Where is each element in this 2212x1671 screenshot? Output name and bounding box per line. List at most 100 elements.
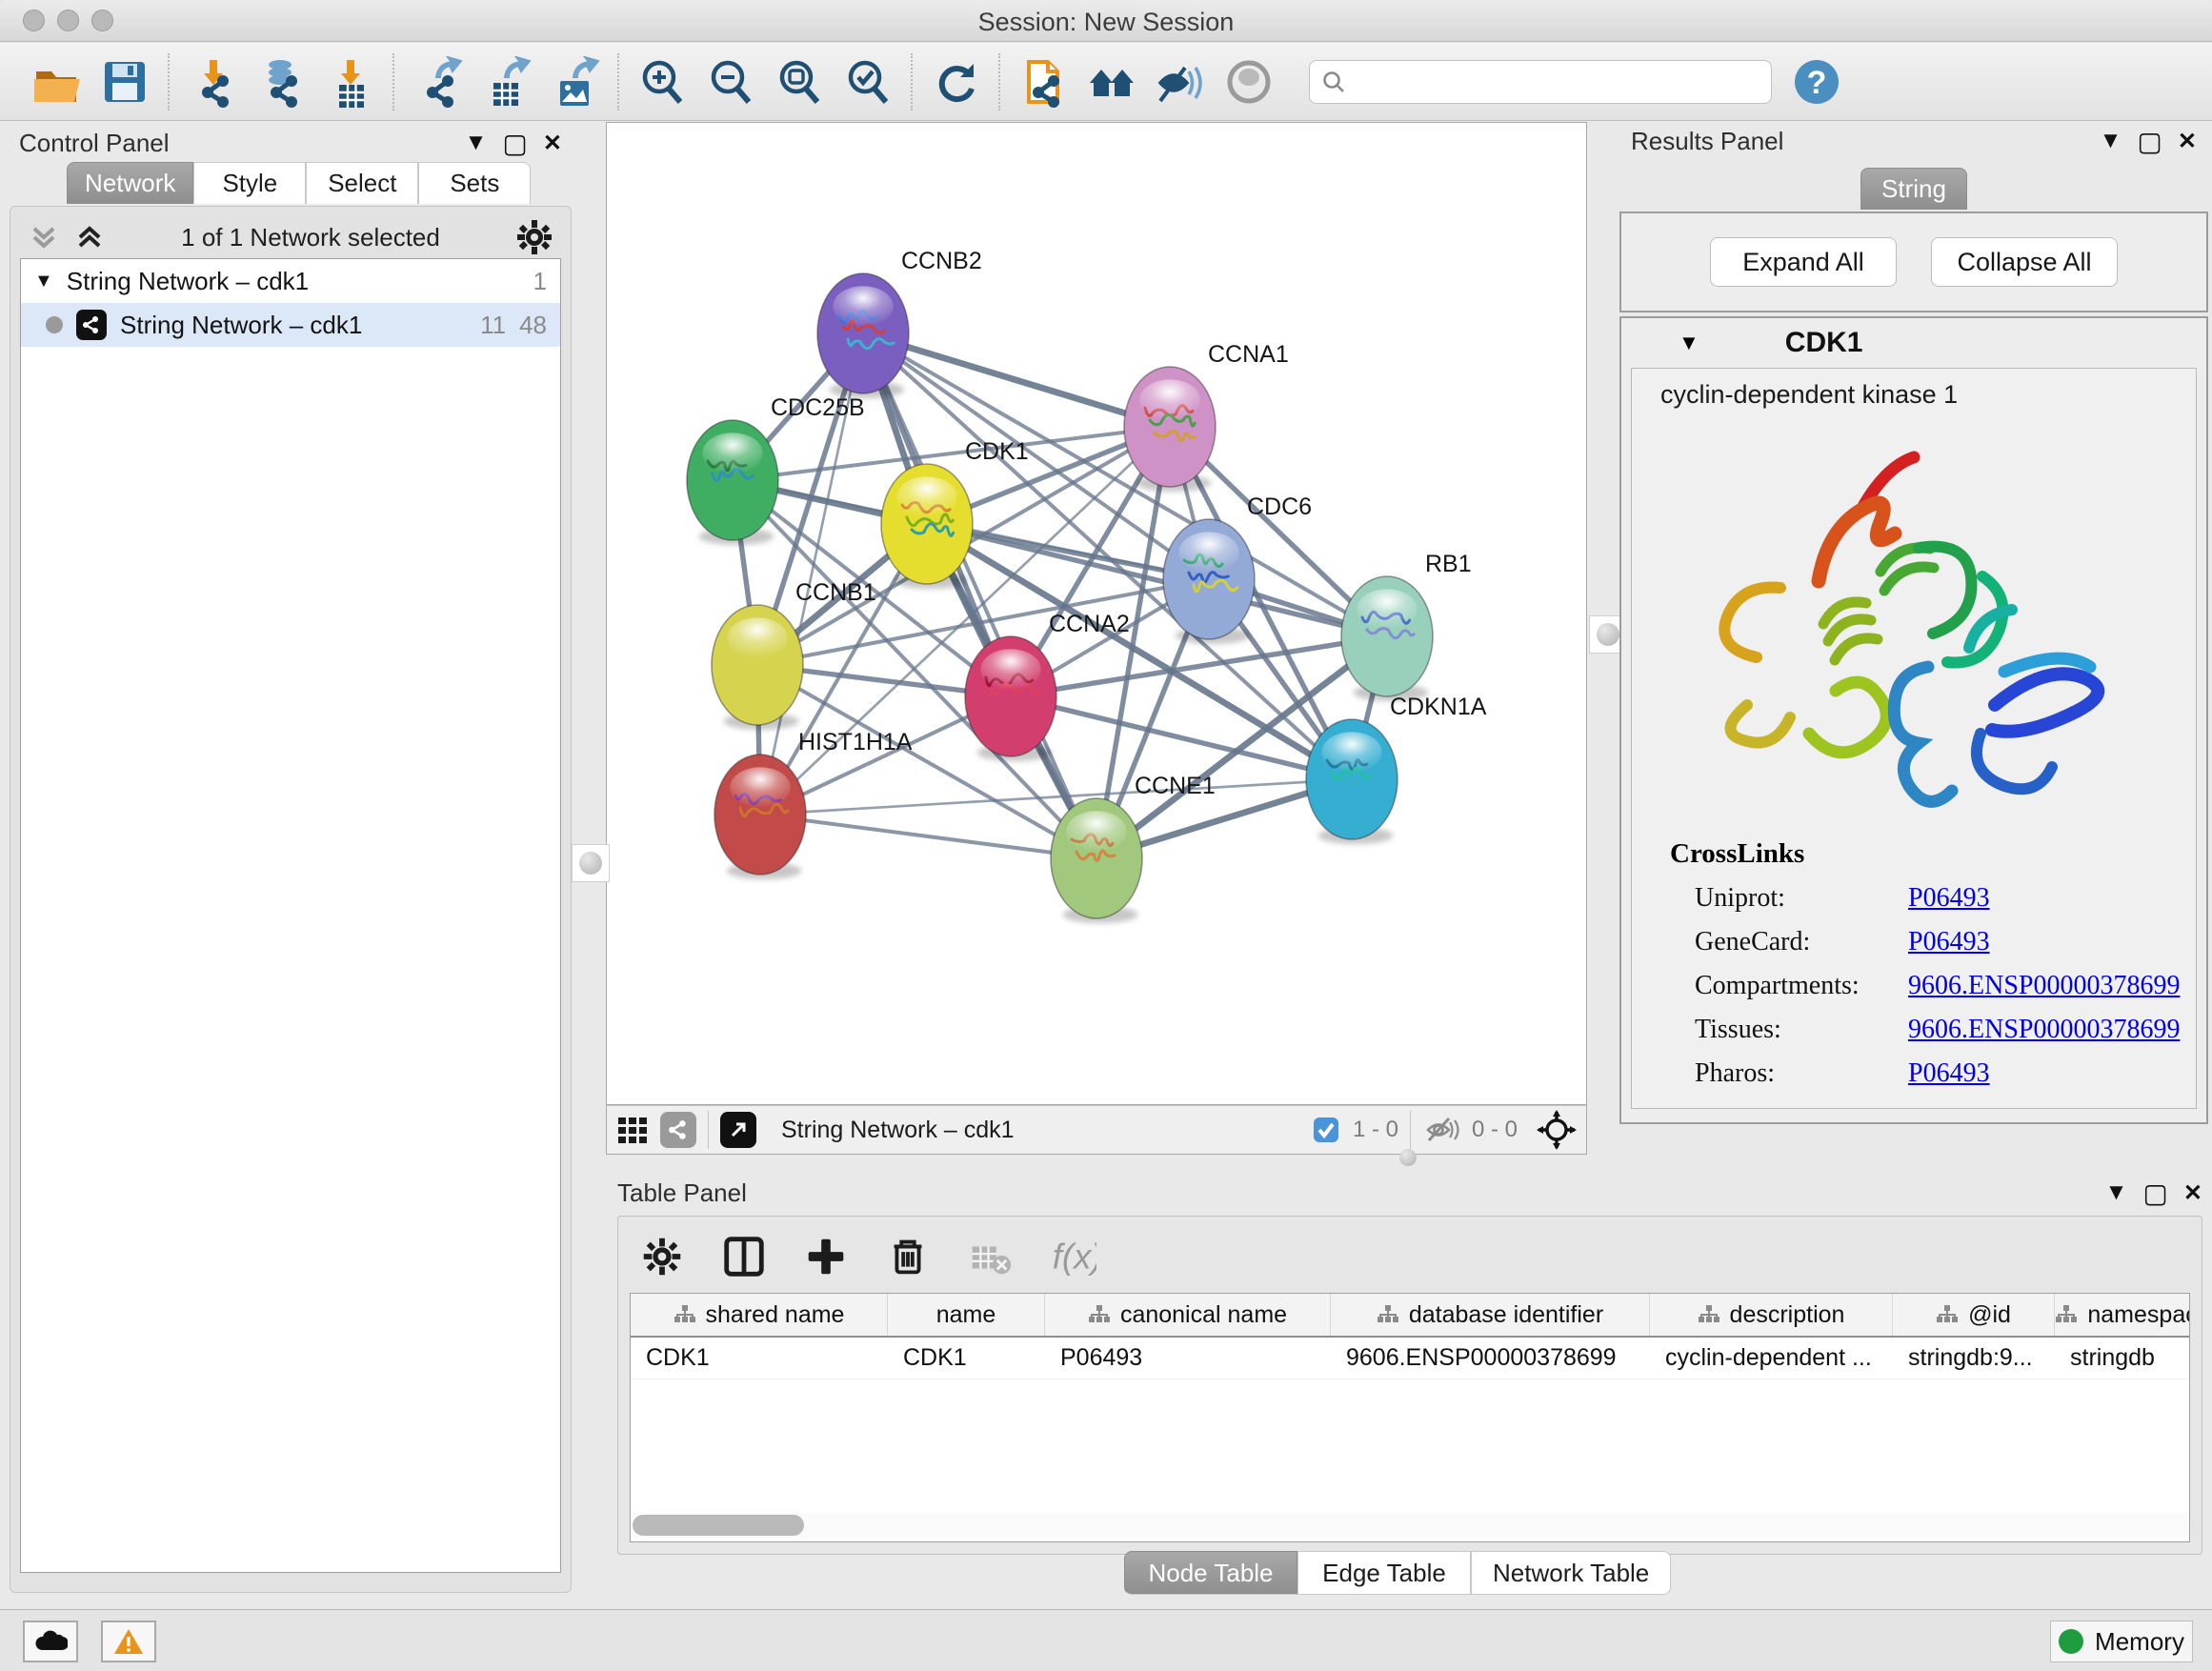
- node-RB1[interactable]: RB1: [1341, 551, 1472, 701]
- zoom-in-icon[interactable]: [634, 54, 690, 110]
- node-CDC6[interactable]: CDC6: [1163, 493, 1312, 644]
- crosslink-link[interactable]: 9606.ENSP00000378699: [1908, 1015, 2180, 1045]
- node-table[interactable]: shared namenamecanonical namedatabase id…: [630, 1293, 2190, 1542]
- import-network-file-icon[interactable]: [185, 54, 240, 110]
- collection-expand-icon[interactable]: ▼: [34, 271, 53, 292]
- hide-selected-icon[interactable]: [1153, 54, 1208, 110]
- tab-network[interactable]: Network: [67, 162, 193, 204]
- delete-table-icon: [965, 1232, 1015, 1286]
- cell-canonical-name[interactable]: P06493: [1045, 1338, 1331, 1379]
- expand-all-networks-icon[interactable]: [73, 223, 106, 252]
- node-CDKN1A[interactable]: CDKN1A: [1306, 694, 1487, 844]
- cell-database-identifier[interactable]: 9606.ENSP00000378699: [1331, 1338, 1650, 1379]
- column-header-shared-name[interactable]: shared name: [631, 1294, 888, 1336]
- save-session-icon[interactable]: [97, 54, 152, 110]
- memory-button[interactable]: Memory: [2050, 1621, 2193, 1662]
- edge-CCNE1-HIST1H1A[interactable]: [760, 815, 1096, 858]
- fit-content-crosshair-icon[interactable]: [1537, 1110, 1577, 1150]
- network-graph[interactable]: CCNB2CCNA1CDC25BCDK1CDC6RB1CCNB1CCNA2CDK…: [607, 123, 1586, 1104]
- tab-sets[interactable]: Sets: [418, 162, 531, 204]
- network-collection-row[interactable]: ▼ String Network – cdk1 1: [21, 259, 560, 303]
- export-image-icon[interactable]: [547, 54, 602, 110]
- string-style-toggle-icon[interactable]: [660, 1112, 696, 1148]
- selected-count-checkbox-icon[interactable]: [1311, 1115, 1341, 1145]
- search-box[interactable]: [1309, 60, 1772, 104]
- table-settings-icon[interactable]: [637, 1232, 687, 1286]
- search-input[interactable]: [1354, 68, 1760, 96]
- crosslink-link[interactable]: 9606.ENSP00000378699: [1908, 971, 2180, 1001]
- tab-style[interactable]: Style: [193, 162, 306, 204]
- cell-description[interactable]: cyclin-dependent ...: [1650, 1338, 1893, 1379]
- crosslink-label: GeneCard:: [1670, 927, 1908, 957]
- tab-select[interactable]: Select: [306, 162, 418, 204]
- expand-all-button[interactable]: Expand All: [1710, 237, 1897, 287]
- zoom-selected-icon[interactable]: [840, 54, 895, 110]
- column-header-canonical-name[interactable]: canonical name: [1045, 1294, 1331, 1336]
- open-in-new-window-icon[interactable]: [720, 1112, 756, 1148]
- network-node-count: 11: [480, 311, 506, 340]
- table-panel-maximize-icon[interactable]: ▢: [2142, 1178, 2167, 1209]
- edge-CCNB2-CCNA1[interactable]: [863, 333, 1170, 427]
- table-panel-float-icon[interactable]: ▼: [2105, 1179, 2128, 1206]
- node-HIST1H1A[interactable]: HIST1H1A: [714, 729, 913, 879]
- cloud-status-button[interactable]: [23, 1621, 78, 1662]
- column-header-namespace[interactable]: namespace: [2055, 1294, 2190, 1336]
- warnings-button[interactable]: [101, 1621, 156, 1662]
- memory-status-dot-icon: [2059, 1629, 2083, 1654]
- results-tab-string[interactable]: String: [1860, 168, 1967, 210]
- node-CCNA1[interactable]: CCNA1: [1124, 341, 1289, 492]
- zoom-out-icon[interactable]: [703, 54, 758, 110]
- birds-eye-grid-icon[interactable]: [616, 1114, 649, 1146]
- column-visibility-icon[interactable]: [719, 1232, 769, 1286]
- import-network-database-icon[interactable]: [253, 54, 309, 110]
- network-view-canvas[interactable]: CCNB2CCNA1CDC25BCDK1CDC6RB1CCNB1CCNA2CDK…: [606, 122, 1587, 1105]
- zoom-fit-icon[interactable]: [772, 54, 827, 110]
- add-column-icon[interactable]: [801, 1232, 851, 1286]
- crosslinks-title: CrossLinks: [1670, 838, 2196, 870]
- crosslink-link[interactable]: P06493: [1908, 927, 1990, 957]
- crosslink-link[interactable]: P06493: [1908, 883, 1990, 914]
- open-session-icon[interactable]: [29, 54, 84, 110]
- refresh-icon[interactable]: [928, 54, 983, 110]
- gene-section-collapse-icon[interactable]: ▼: [1679, 331, 1699, 355]
- new-network-from-selection-icon[interactable]: [1016, 54, 1071, 110]
- network-tree: ▼ String Network – cdk1 1 String Network…: [20, 258, 561, 1573]
- control-panel-close-icon[interactable]: ✕: [543, 130, 562, 157]
- bottom-splitter-handle[interactable]: [1387, 1147, 1429, 1168]
- results-panel-close-icon[interactable]: ✕: [2178, 128, 2197, 155]
- column-header--id[interactable]: @id: [1893, 1294, 2055, 1336]
- left-splitter-handle[interactable]: [572, 844, 610, 882]
- control-panel-float-icon[interactable]: ▼: [465, 130, 488, 156]
- table-panel-close-icon[interactable]: ✕: [2183, 1179, 2202, 1207]
- cell-name[interactable]: CDK1: [888, 1338, 1045, 1379]
- collapse-all-networks-icon[interactable]: [28, 223, 60, 252]
- tab-edge-table[interactable]: Edge Table: [1297, 1551, 1471, 1595]
- help-icon[interactable]: ?: [1789, 54, 1844, 110]
- function-builder-icon: f(x): [1047, 1232, 1096, 1286]
- cell--id[interactable]: stringdb:9...: [1893, 1338, 2055, 1379]
- export-network-icon[interactable]: [410, 54, 465, 110]
- column-header-description[interactable]: description: [1650, 1294, 1893, 1336]
- delete-column-icon[interactable]: [883, 1232, 933, 1286]
- first-neighbors-icon[interactable]: [1084, 54, 1139, 110]
- column-header-database-identifier[interactable]: database identifier: [1331, 1294, 1650, 1336]
- crosslink-link[interactable]: P06493: [1908, 1058, 1990, 1089]
- results-panel-float-icon[interactable]: ▼: [2100, 128, 2122, 154]
- import-table-file-icon[interactable]: [322, 54, 377, 110]
- application-window: Session: New Session ? Control Panel ▼ ▢…: [0, 0, 2212, 1671]
- control-panel-maximize-icon[interactable]: ▢: [502, 128, 527, 159]
- tab-network-table[interactable]: Network Table: [1471, 1551, 1671, 1595]
- network-options-gear-icon[interactable]: [515, 218, 553, 256]
- node-CCNB2[interactable]: CCNB2: [817, 248, 982, 398]
- column-header-name[interactable]: name: [888, 1294, 1045, 1336]
- export-table-icon[interactable]: [478, 54, 533, 110]
- cell-shared-name[interactable]: CDK1: [631, 1338, 888, 1379]
- show-graphics-details-icon[interactable]: [1221, 54, 1277, 110]
- cell-namespace[interactable]: stringdb: [2055, 1338, 2190, 1379]
- table-horizontal-scrollbar[interactable]: [633, 1513, 2190, 1538]
- tab-node-table[interactable]: Node Table: [1124, 1551, 1297, 1595]
- results-panel-maximize-icon[interactable]: ▢: [2137, 126, 2162, 157]
- edge-CCNB2-CCNE1[interactable]: [863, 333, 1096, 858]
- collapse-all-button[interactable]: Collapse All: [1931, 237, 2118, 287]
- network-row[interactable]: String Network – cdk1 11 48: [21, 303, 560, 347]
